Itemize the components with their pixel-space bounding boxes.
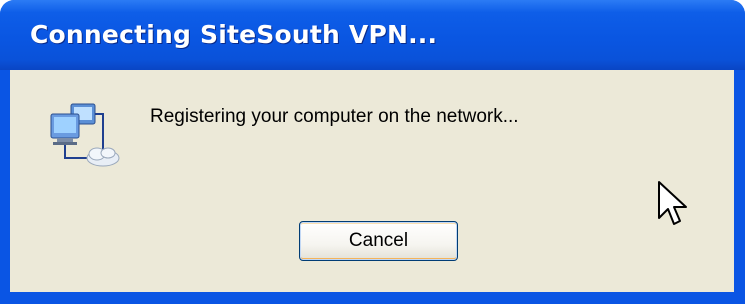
mouse-pointer-icon [658, 181, 687, 225]
dialog-title: Connecting SiteSouth VPN... [30, 20, 438, 49]
vpn-connecting-dialog: Connecting SiteSouth VPN... Registering … [0, 0, 745, 304]
dialog-body: Registering your computer on the network… [10, 70, 734, 292]
status-message: Registering your computer on the network… [150, 106, 519, 127]
network-connection-icon [50, 103, 120, 167]
cancel-button[interactable]: Cancel [299, 221, 458, 261]
title-bar[interactable]: Connecting SiteSouth VPN... [0, 0, 745, 70]
